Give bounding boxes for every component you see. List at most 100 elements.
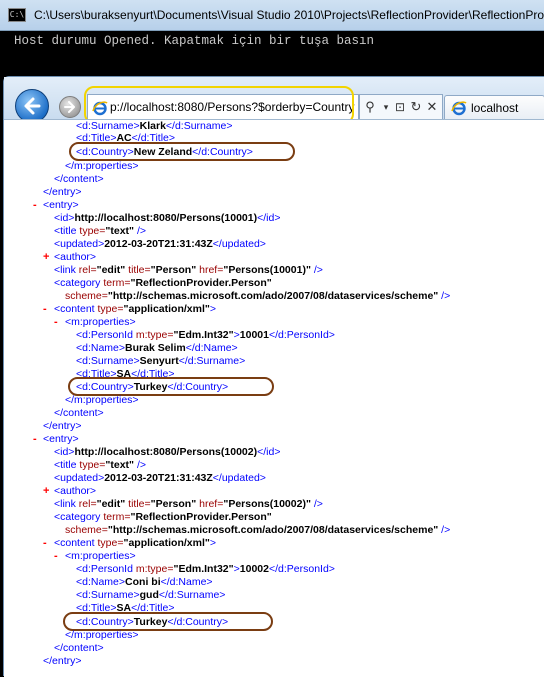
xml-attr-value: "edit" — [96, 498, 126, 510]
xml-tag: </id> — [257, 446, 281, 458]
xml-line: </content> — [54, 173, 104, 185]
xml-text: 2012-03-20T21:31:43Z — [104, 238, 213, 250]
xml-attr-value: "text" — [105, 459, 135, 471]
xml-attr: term= — [100, 511, 131, 523]
xml-attr: term= — [100, 277, 131, 289]
xml-text: 2012-03-20T21:31:43Z — [104, 472, 213, 484]
xml-tag: </d:PersonId> — [268, 329, 335, 341]
collapse-toggle[interactable]: - — [43, 537, 47, 549]
xml-line: </m:properties> — [65, 629, 139, 641]
xml-attr-value: "application/xml" — [123, 303, 210, 315]
xml-attr-value: "Persons(10001)" — [223, 264, 311, 276]
xml-text: Senyurt — [139, 355, 179, 367]
xml-text: 10002 — [239, 563, 269, 575]
xml-line: </m:properties> — [65, 160, 139, 172]
browser-nav-bar: p://localhost:8080/Persons?$orderby=Coun… — [4, 77, 544, 124]
xml-text: http://localhost:8080/Persons(10002) — [74, 446, 258, 458]
xml-line: <content type="application/xml"> — [54, 303, 216, 315]
xml-attr-value: "Person" — [150, 264, 197, 276]
xml-tag: <category — [54, 277, 101, 289]
xml-attr: href= — [196, 498, 224, 510]
xml-tag: </m:properties> — [65, 629, 139, 641]
xml-tag: </updated> — [212, 472, 266, 484]
xml-tag: <updated> — [54, 472, 105, 484]
xml-line: <author> — [54, 485, 96, 497]
xml-tag: <m:properties> — [65, 550, 136, 562]
xml-text: http://localhost:8080/Persons(10001) — [74, 212, 258, 224]
xml-attr: rel= — [75, 264, 97, 276]
tab-localhost[interactable]: localhost — [444, 95, 544, 120]
xml-tag: <content — [54, 537, 95, 549]
xml-line: <content type="application/xml"> — [54, 537, 216, 549]
xml-attr: scheme= — [65, 524, 108, 536]
xml-line: <link rel="edit" title="Person" href="Pe… — [54, 264, 323, 276]
xml-attr-value: "text" — [105, 225, 135, 237]
xml-attr-value: "ReflectionProvider.Person" — [130, 511, 272, 523]
xml-tag: </d:Surname> — [165, 120, 233, 132]
xml-line: </m:properties> — [65, 394, 139, 406]
xml-attr-value: "ReflectionProvider.Person" — [130, 277, 272, 289]
xml-tag: </id> — [257, 212, 281, 224]
xml-attr-value: "edit" — [96, 264, 126, 276]
console-titlebar[interactable]: C:\ C:\Users\buraksenyurt\Documents\Visu… — [0, 0, 544, 31]
xml-attr: m:type= — [132, 563, 174, 575]
xml-tag: /> — [438, 524, 451, 536]
collapse-toggle[interactable]: - — [54, 550, 58, 562]
xml-attr: type= — [76, 225, 106, 237]
search-icon[interactable]: ⚲ — [362, 99, 378, 115]
xml-line: <updated>2012-03-20T21:31:43Z</updated> — [54, 472, 266, 484]
console-output-area[interactable]: Host durumu Opened. Kapatmak için bir tu… — [0, 31, 544, 76]
back-button[interactable] — [15, 89, 49, 123]
xml-attr: type= — [76, 459, 106, 471]
xml-line: <updated>2012-03-20T21:31:43Z</updated> — [54, 238, 266, 250]
console-window-title: C:\Users\buraksenyurt\Documents\Visual S… — [34, 8, 544, 22]
expand-toggle[interactable]: + — [43, 251, 49, 263]
xml-tag: </d:Name> — [185, 342, 238, 354]
xml-line: <d:Name>Burak Selim</d:Name> — [76, 342, 238, 354]
xml-attr-value: "application/xml" — [123, 537, 210, 549]
xml-tag: <link — [54, 498, 76, 510]
collapse-toggle[interactable]: - — [33, 433, 37, 445]
xml-line: </content> — [54, 407, 104, 419]
xml-line: <link rel="edit" title="Person" href="Pe… — [54, 498, 323, 510]
xml-line: <m:properties> — [65, 316, 136, 328]
refresh-icon[interactable]: ↻ — [408, 99, 424, 115]
xml-attr: type= — [94, 537, 124, 549]
xml-tag: </d:Surname> — [158, 589, 226, 601]
xml-tag: <entry> — [43, 199, 79, 211]
xml-tag: </m:properties> — [65, 160, 139, 172]
xml-line: <d:Surname>gud</d:Surname> — [76, 589, 225, 601]
xml-tag: <entry> — [43, 433, 79, 445]
xml-attr-value: "http://schemas.microsoft.com/ado/2007/0… — [107, 290, 439, 302]
xml-attr-value: "Edm.Int32" — [173, 563, 234, 575]
xml-attr-value: "Edm.Int32" — [173, 329, 234, 341]
address-tools: ⚲ ▾ ⊡ ↻ ✕ — [359, 94, 443, 120]
xml-text: Burak Selim — [125, 342, 186, 354]
xml-tag: </m:properties> — [65, 394, 139, 406]
xml-tag: <id> — [54, 212, 75, 224]
xml-line: <title type="text" /> — [54, 225, 146, 237]
xml-attr: rel= — [75, 498, 97, 510]
xml-attr: href= — [196, 264, 224, 276]
close-icon[interactable]: ✕ — [424, 99, 440, 115]
xml-tag: /> — [438, 290, 451, 302]
collapse-toggle[interactable]: - — [54, 316, 58, 328]
xml-text: Coni bi — [125, 576, 161, 588]
xml-tag: <category — [54, 511, 101, 523]
forward-button[interactable] — [59, 96, 81, 118]
xml-tag: </content> — [54, 173, 104, 185]
back-arrow-icon — [24, 97, 41, 115]
collapse-toggle[interactable]: - — [33, 199, 37, 211]
xml-tag: /> — [134, 225, 146, 237]
xml-line: <author> — [54, 251, 96, 263]
xml-line: <category term="ReflectionProvider.Perso… — [54, 511, 272, 523]
compatibility-icon[interactable]: ⊡ — [392, 99, 408, 115]
expand-toggle[interactable]: + — [43, 485, 49, 497]
xml-tag: </d:Name> — [160, 576, 213, 588]
xml-attr: type= — [94, 303, 124, 315]
xml-line: <id>http://localhost:8080/Persons(10001)… — [54, 212, 280, 224]
xml-tag: <m:properties> — [65, 316, 136, 328]
xml-tag: <d:PersonId — [76, 563, 133, 575]
collapse-toggle[interactable]: - — [43, 303, 47, 315]
xml-content-pane[interactable]: <d:Surname>Klark</d:Surname> <d:Title>AC… — [4, 119, 544, 677]
